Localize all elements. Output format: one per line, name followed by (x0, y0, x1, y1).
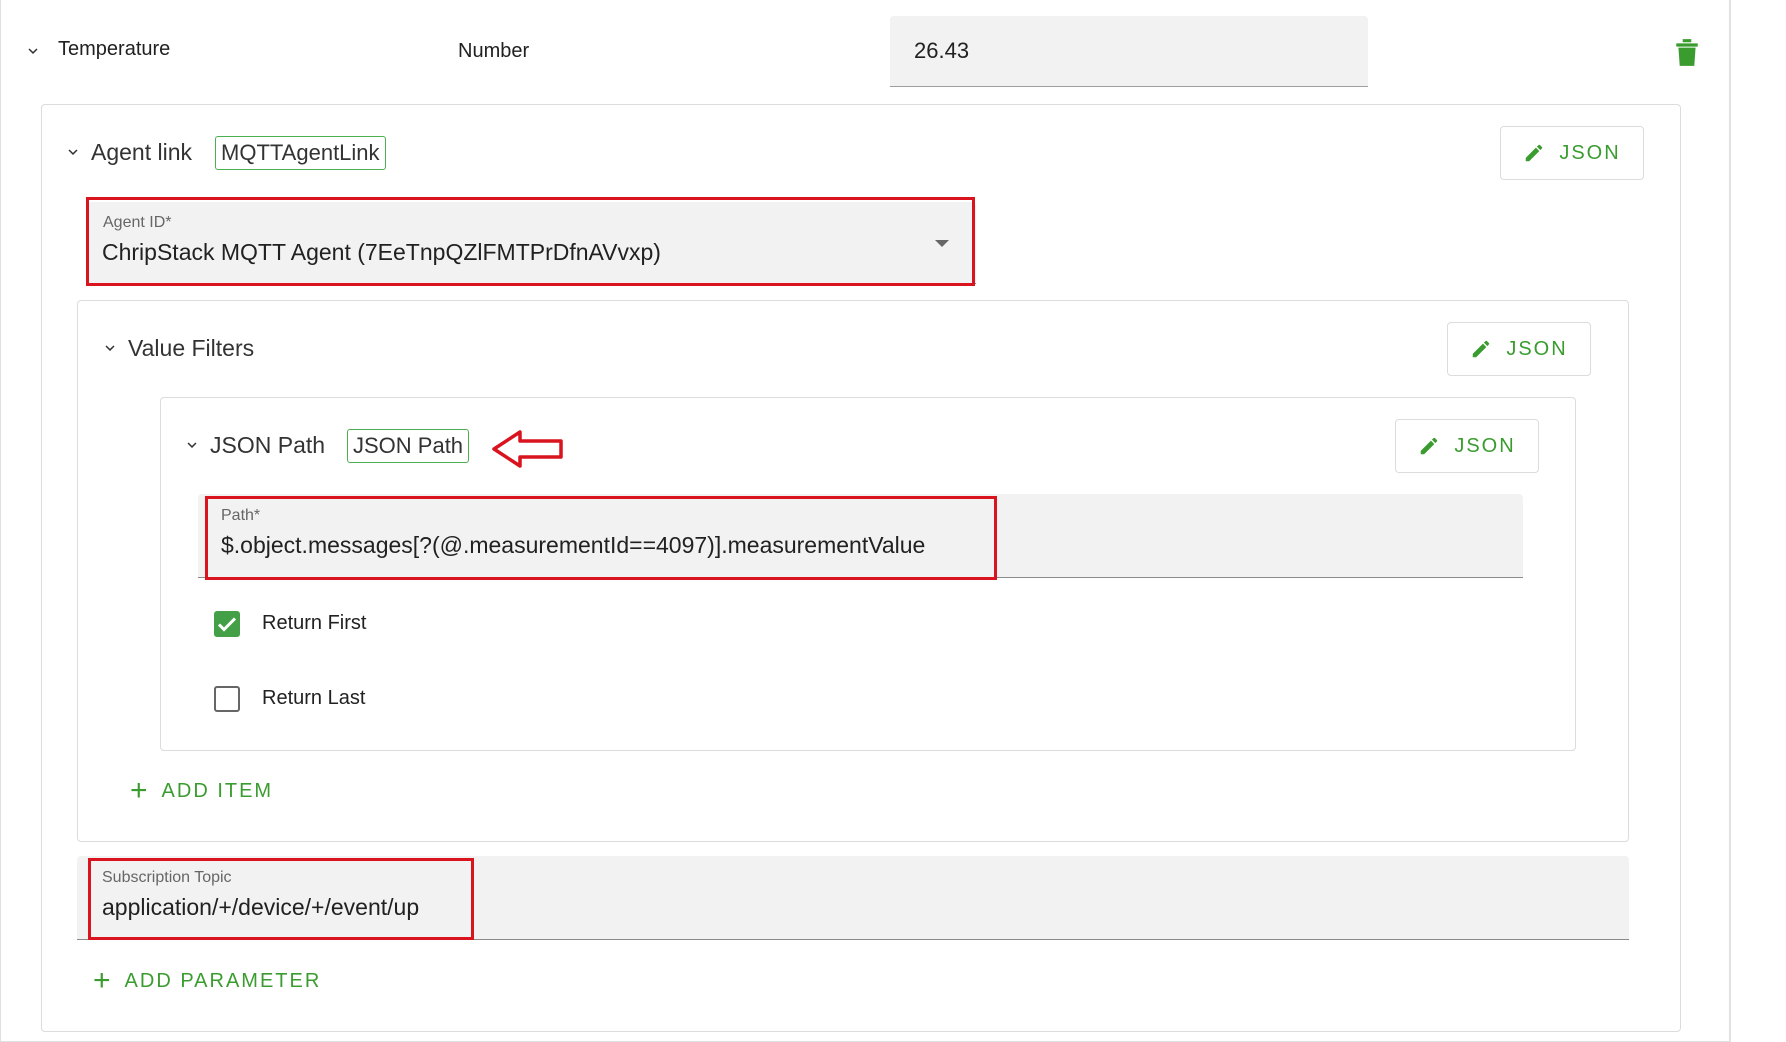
chevron-down-icon (101, 339, 119, 357)
add-item-label: ADD ITEM (161, 779, 274, 802)
json-path-expand-toggle[interactable] (183, 436, 201, 454)
annotation-highlight-subscription-topic (88, 858, 474, 940)
json-button-label: JSON (1454, 434, 1516, 457)
value-filters-expand-toggle[interactable] (101, 339, 119, 357)
attribute-expand-toggle[interactable] (24, 42, 42, 60)
plus-icon: + (130, 774, 150, 807)
pencil-icon (1418, 435, 1440, 457)
json-button-label: JSON (1506, 337, 1568, 360)
chevron-down-icon (24, 42, 42, 60)
attribute-name: Temperature (58, 38, 171, 60)
value-filters-json-button[interactable]: JSON (1447, 322, 1591, 376)
agent-link-json-button[interactable]: JSON (1500, 126, 1644, 180)
add-item-button[interactable]: + ADD ITEM (130, 776, 273, 806)
add-parameter-button[interactable]: + ADD PARAMETER (93, 966, 321, 996)
value-filters-label: Value Filters (128, 335, 255, 361)
attribute-value-input[interactable]: 26.43 (890, 16, 1368, 87)
scrollbar-track[interactable] (1730, 0, 1731, 1042)
checkmark-icon (214, 611, 240, 637)
add-parameter-label: ADD PARAMETER (124, 969, 322, 992)
agent-link-expand-toggle[interactable] (64, 143, 82, 161)
json-button-label: JSON (1559, 141, 1621, 164)
json-path-json-button[interactable]: JSON (1395, 419, 1539, 473)
annotation-highlight-agent-id (86, 197, 975, 286)
agent-link-type-chip: MQTTAgentLink (215, 136, 386, 170)
attribute-type: Number (458, 40, 530, 62)
pencil-icon (1470, 338, 1492, 360)
return-first-checkbox[interactable] (214, 611, 240, 637)
agent-link-label: Agent link (91, 139, 193, 165)
chevron-down-icon (64, 143, 82, 161)
delete-attribute-button[interactable] (1674, 38, 1700, 73)
attribute-value: 26.43 (914, 38, 970, 63)
annotation-highlight-path (205, 496, 997, 580)
plus-icon: + (93, 964, 113, 997)
return-last-label: Return Last (262, 687, 366, 709)
trash-icon (1674, 39, 1700, 72)
json-path-type-chip: JSON Path (347, 429, 470, 463)
return-first-label: Return First (262, 612, 367, 634)
return-last-checkbox[interactable] (214, 686, 240, 712)
annotation-arrow-icon (492, 429, 564, 474)
chevron-down-icon (183, 436, 201, 454)
pencil-icon (1523, 142, 1545, 164)
json-path-label: JSON Path (210, 432, 326, 458)
